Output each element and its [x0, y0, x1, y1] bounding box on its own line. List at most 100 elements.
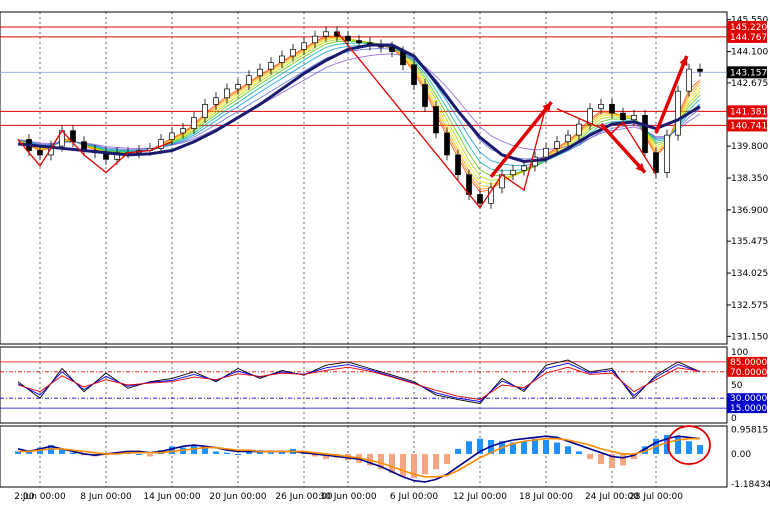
histogram-bar: [686, 441, 692, 454]
histogram-bar: [620, 453, 626, 466]
x-tick-label: 8 Jun 00:00: [80, 492, 132, 502]
candle-body: [521, 165, 527, 171]
candle-body: [433, 106, 439, 134]
price-panel: [0, 11, 728, 345]
histogram-bar: [576, 451, 582, 454]
candle-body: [202, 103, 208, 118]
x-tick-label: 12 Jul 00:00: [453, 492, 507, 502]
candle-body: [37, 150, 43, 156]
candle-body: [554, 141, 560, 149]
x-tick-label: 20 Jun 00:00: [209, 492, 266, 502]
x-tick-label: 30 Jun 00:00: [319, 492, 376, 502]
x-tick-label: 6 Jul 00:00: [390, 492, 439, 502]
current-price-tag-label: 143.157: [730, 68, 767, 78]
y-tick-label: 132.575: [731, 301, 768, 311]
histogram-bar: [136, 453, 142, 455]
histogram-bar: [224, 452, 230, 454]
histogram-bar: [521, 441, 527, 454]
candle-body: [609, 103, 615, 114]
candle-body: [455, 154, 461, 176]
price-level-tag-label: 140.741: [730, 121, 767, 131]
histogram-bar: [433, 453, 439, 470]
y-tick-label: 134.025: [731, 269, 768, 279]
oscillator-level-tag-label: 30.0000: [730, 394, 767, 404]
histogram-bar: [697, 445, 703, 454]
oscillator-level-tag-label: 70.0000: [730, 368, 767, 378]
macd-tick-label: 0.00: [731, 450, 751, 460]
candle-body: [213, 97, 219, 105]
candle-body: [400, 51, 406, 66]
histogram-bar: [455, 448, 461, 454]
oscillator-tick-label: 50: [731, 381, 743, 391]
price-level-tag-label: 141.381: [730, 107, 767, 117]
candle-body: [169, 132, 175, 140]
y-tick-label: 139.800: [731, 142, 768, 152]
histogram-bar: [147, 453, 153, 457]
histogram-bar: [400, 453, 406, 477]
candle-body: [510, 169, 516, 176]
oscillator-panel: [0, 346, 728, 424]
histogram-bar: [213, 451, 219, 454]
y-tick-label: 142.675: [731, 79, 768, 89]
price-level-tag-label: 144.767: [730, 33, 767, 43]
candle-body: [224, 88, 230, 99]
x-tick-label: 2 Jun 00:00: [14, 492, 66, 502]
candle-body: [697, 68, 703, 72]
histogram-bar: [554, 442, 560, 454]
oscillator-tick-label: 100: [731, 348, 748, 358]
candle-body: [389, 46, 395, 52]
candle-body: [675, 90, 681, 136]
candle-body: [257, 68, 263, 77]
candle-body: [565, 134, 571, 143]
oscillator-level-tag-label: 85.0000: [730, 358, 767, 368]
x-tick-label: 28 Jul 00:00: [629, 492, 683, 502]
histogram-bar: [565, 446, 571, 454]
candle-body: [290, 49, 296, 57]
candle-body: [620, 112, 626, 121]
histogram-bar: [422, 453, 428, 475]
candle-body: [268, 62, 274, 70]
candle-body: [598, 103, 604, 110]
histogram-bar: [268, 452, 274, 454]
chart-canvas: 145.550144.100142.675141.235139.800138.3…: [0, 11, 770, 502]
candle-body: [543, 147, 549, 158]
candle-body: [312, 35, 318, 44]
histogram-bar: [444, 453, 450, 465]
oscillator-tick-label: 0: [731, 414, 737, 424]
candle-body: [356, 40, 362, 44]
candle-body: [576, 123, 582, 136]
histogram-bar: [598, 453, 604, 465]
y-tick-label: 135.475: [731, 237, 768, 247]
histogram-bar: [235, 453, 241, 455]
y-tick-label: 144.100: [731, 48, 768, 58]
candle-body: [279, 55, 285, 63]
candle-body: [246, 75, 252, 85]
y-tick-label: 138.350: [731, 174, 768, 184]
x-tick-label: 14 Jun 00:00: [143, 492, 200, 502]
y-tick-label: 136.900: [731, 206, 768, 216]
candle-body: [235, 84, 241, 90]
candle-body: [345, 35, 351, 41]
histogram-bar: [543, 439, 549, 454]
macd-tick-label: -1.18434: [731, 480, 770, 490]
candle-body: [653, 152, 659, 173]
candle-body: [191, 117, 197, 129]
candle-body: [686, 68, 692, 92]
candle-body: [301, 42, 307, 50]
candle-body: [180, 128, 186, 134]
candle-body: [477, 194, 483, 204]
candle-body: [664, 134, 670, 173]
candle-body: [631, 114, 637, 121]
y-tick-label: 131.150: [731, 332, 768, 342]
candle-body: [422, 84, 428, 107]
histogram-bar: [466, 441, 472, 454]
oscillator-level-tag-label: 15.0000: [730, 404, 767, 414]
macd-tick-label: 0.95815: [731, 426, 768, 436]
histogram-bar: [70, 452, 76, 454]
histogram-bar: [675, 436, 681, 454]
candle-body: [444, 132, 450, 156]
candle-body: [323, 31, 329, 37]
candle-body: [411, 64, 417, 85]
histogram-bar: [587, 453, 593, 460]
candle-body: [642, 114, 648, 154]
